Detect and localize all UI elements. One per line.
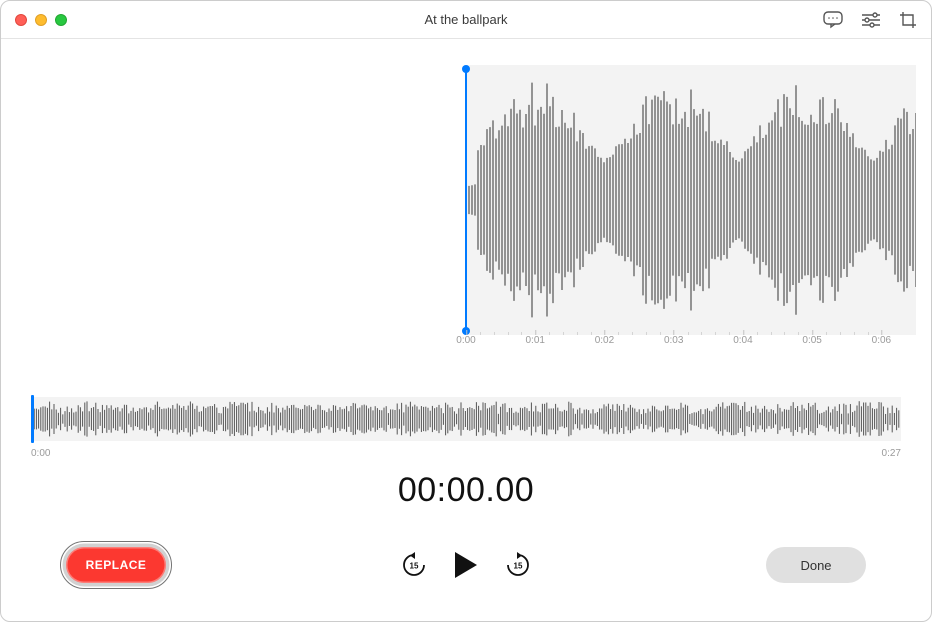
timecode-display: 00:00.00 [16,471,916,510]
editor-content: 0:00 0:01 0:02 0:03 0:04 0:05 0:06 0:00 0:27 0… [1,39,931,621]
svg-text:15: 15 [410,562,419,571]
window-controls [15,14,67,26]
playhead[interactable] [462,65,470,335]
titlebar-actions [823,11,917,29]
playback-controls: 15 15 [401,550,531,580]
ruler-tick: 0:06 [872,335,891,346]
svg-text:15: 15 [514,562,523,571]
trim-icon[interactable] [899,11,917,29]
overview-waveform[interactable]: 0:00 0:27 [16,397,916,453]
close-window-button[interactable] [15,14,27,26]
skip-back-15-button[interactable]: 15 [401,552,427,578]
done-button[interactable]: Done [766,547,866,583]
playhead-line [465,72,467,328]
voice-memos-edit-window: At the ballpark [0,0,932,622]
transcribe-icon[interactable] [823,11,843,29]
bottom-controls: REPLACE 15 [16,531,916,621]
titlebar: At the ballpark [1,1,931,39]
ruler-tick: 0:04 [733,335,752,346]
playback-settings-icon[interactable] [861,12,881,28]
time-ruler: 0:00 0:01 0:02 0:03 0:04 0:05 0:06 [16,335,916,365]
ruler-tick: 0:05 [802,335,821,346]
play-button[interactable] [453,550,479,580]
replace-button[interactable]: REPLACE [66,547,166,583]
skip-forward-15-button[interactable]: 15 [505,552,531,578]
ruler-tick: 0:00 [456,335,475,346]
ruler-tick: 0:02 [595,335,614,346]
ruler-tick: 0:03 [664,335,683,346]
fullscreen-window-button[interactable] [55,14,67,26]
overview-waveform-svg [31,397,901,441]
overview-playhead[interactable] [31,395,34,443]
minimize-window-button[interactable] [35,14,47,26]
overview-times: 0:00 0:27 [31,448,901,459]
overview-start-time: 0:00 [31,448,50,459]
main-waveform[interactable] [16,65,916,335]
ruler-tick: 0:01 [525,335,544,346]
window-title: At the ballpark [1,12,931,27]
overview-end-time: 0:27 [882,448,901,459]
main-waveform-svg [466,65,916,335]
